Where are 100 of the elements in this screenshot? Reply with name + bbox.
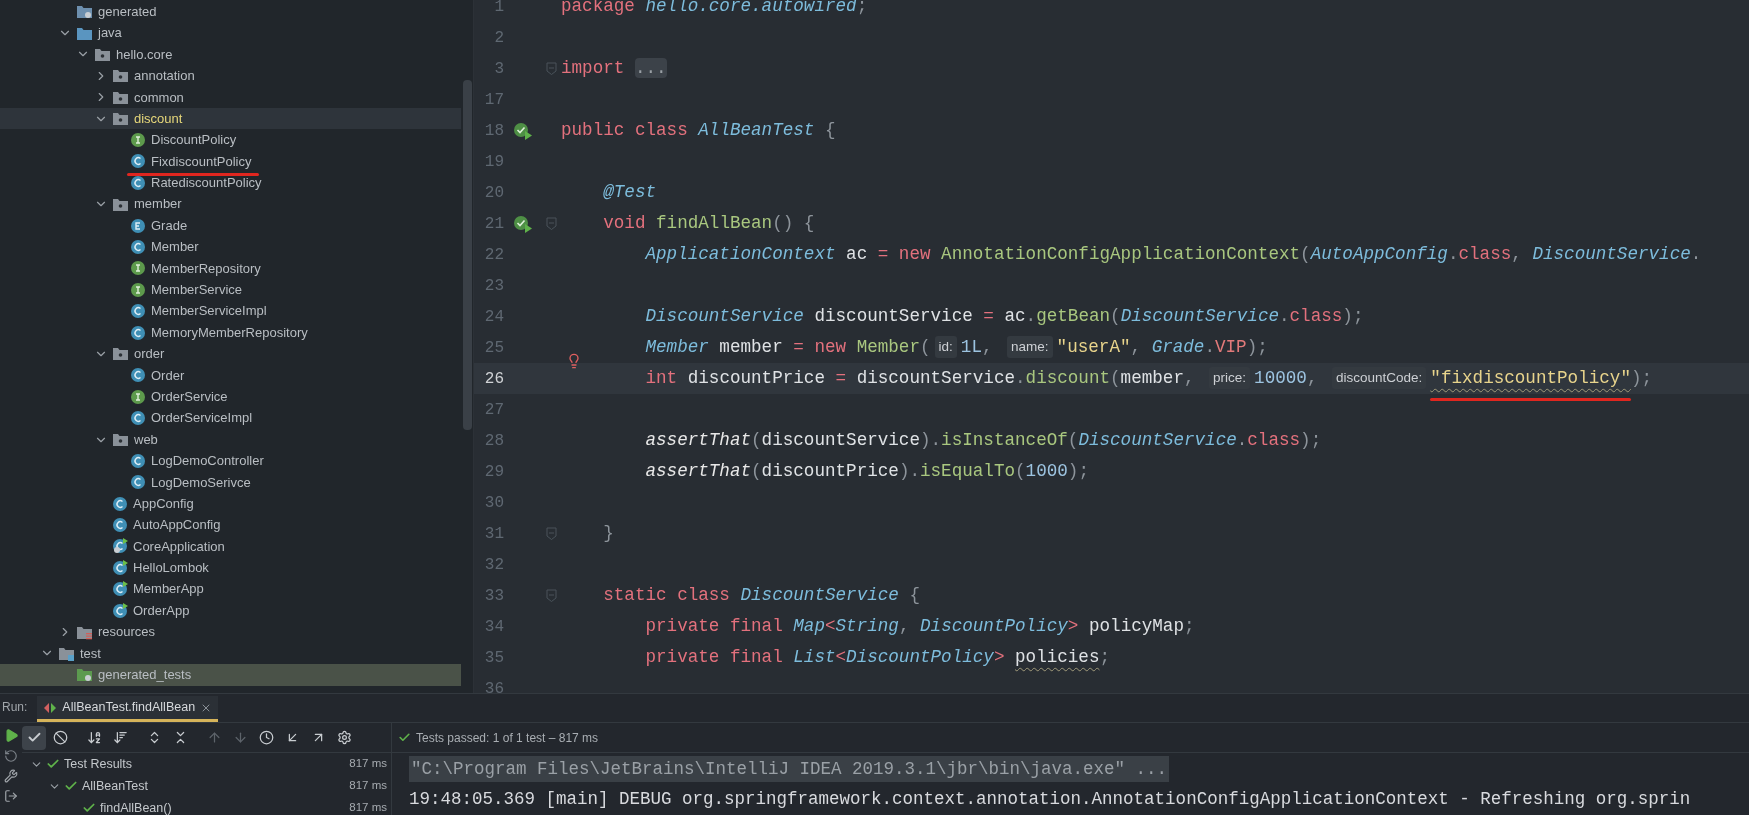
tree-item[interactable]: generated_tests: [0, 664, 461, 686]
line-number: 3: [493, 58, 504, 80]
sort-alpha-icon: [86, 730, 102, 745]
class-icon: [130, 452, 146, 469]
tree-item[interactable]: Order: [0, 364, 461, 387]
package-folder-icon: [112, 68, 129, 84]
sort-icon: [112, 730, 128, 745]
class-icon: [112, 495, 128, 512]
package-folder-icon: [94, 46, 111, 62]
code-text: @Test: [602, 181, 657, 205]
tree-item[interactable]: MemberRepository: [0, 257, 461, 280]
line-number: 2: [493, 27, 504, 49]
line-number: 20: [483, 182, 504, 204]
run-label: Run:: [1, 699, 29, 716]
code-text: int discountPrice = discountService.discount(member,: [644, 367, 1196, 391]
tree-item[interactable]: MemberServiceImpl: [0, 300, 461, 322]
interface-icon: [130, 388, 146, 405]
line-number: 26: [483, 368, 504, 390]
class-icon: [130, 324, 146, 341]
scrollbar-thumb[interactable]: [462, 80, 472, 430]
interface-icon: [130, 281, 146, 298]
tree-item[interactable]: hello.core: [0, 43, 461, 66]
code-text: }: [602, 522, 614, 546]
rerun-icon[interactable]: [4, 749, 18, 763]
test-folder-icon: [58, 645, 75, 661]
line-number: 24: [483, 306, 504, 328]
parameter-hint: discountCode:: [1332, 367, 1427, 390]
code-text: 1L,: [960, 336, 994, 360]
code-text: assertThat(discountPrice).isEqualTo(1000);: [644, 460, 1089, 484]
tree-item[interactable]: MemoryMemberRepository: [0, 321, 461, 344]
line-number: 33: [483, 585, 504, 607]
tree-item[interactable]: Member: [0, 236, 461, 258]
tree-item[interactable]: test: [0, 642, 461, 665]
class-icon: [130, 239, 146, 255]
check-icon: [398, 731, 411, 744]
tree-item[interactable]: OrderServiceImpl: [0, 407, 461, 429]
package-folder-icon: [112, 111, 129, 127]
tree-item[interactable]: CoreApplication: [0, 535, 461, 558]
duration-text: 817 ms: [349, 756, 387, 772]
tree-item[interactable]: MemberService: [0, 279, 461, 301]
test-result-item[interactable]: findAllBean() 817 ms: [22, 797, 391, 815]
code-text: void findAllBean() {: [602, 212, 815, 236]
tree-item[interactable]: annotation: [0, 65, 461, 87]
tree-item[interactable]: member: [0, 193, 461, 215]
tree-item[interactable]: MemberApp: [0, 578, 461, 600]
class-icon: [130, 474, 146, 491]
tree-item[interactable]: OrderService: [0, 386, 461, 408]
line-number: 19: [483, 151, 504, 173]
line-number: 34: [483, 616, 504, 638]
check-icon: [26, 730, 42, 745]
tree-item[interactable]: order: [0, 343, 461, 365]
show-passed-button[interactable]: [22, 725, 46, 750]
settings-icon: [336, 730, 352, 745]
tree-item[interactable]: web: [0, 428, 461, 451]
tree-item[interactable]: resources: [0, 621, 461, 643]
code-text: private final List<DiscountPolicy> policies;: [644, 646, 1111, 670]
tree-item[interactable]: Grade: [0, 214, 461, 237]
tree-item[interactable]: DiscountPolicy: [0, 129, 461, 151]
tree-item[interactable]: common: [0, 86, 461, 108]
tree-item[interactable]: FixdiscountPolicy: [0, 150, 461, 173]
play-icon[interactable]: [3, 728, 19, 743]
gear-folder-icon: [76, 667, 93, 683]
lightbulb-icon[interactable]: [566, 353, 582, 370]
test-result-item[interactable]: AllBeanTest 817 ms: [22, 775, 391, 797]
line-number: 29: [483, 461, 504, 483]
tree-item[interactable]: AppConfig: [0, 493, 461, 515]
exit-icon[interactable]: [4, 789, 18, 803]
code-text: static class DiscountService {: [602, 584, 920, 608]
class-icon: [130, 153, 146, 170]
line-number: 22: [483, 244, 504, 266]
tree-item[interactable]: LogDemoController: [0, 450, 461, 472]
line-number: 32: [483, 554, 504, 576]
tree-item[interactable]: OrderApp: [0, 599, 461, 622]
test-status-text: Tests passed: 1 of 1 test – 817 ms: [416, 729, 599, 747]
runnable-class-icon: [112, 538, 128, 555]
tree-item[interactable]: RatediscountPolicy: [0, 172, 461, 194]
code-text: public class AllBeanTest {: [561, 119, 836, 143]
line-number: 36: [483, 678, 504, 693]
package-folder-icon: [112, 89, 129, 105]
run-test-icon[interactable]: [513, 121, 533, 140]
tree-item[interactable]: LogDemoSerivce: [0, 471, 461, 493]
run-tab[interactable]: AllBeanTest.findAllBean: [37, 696, 219, 722]
code-text: assertThat(discountService).isInstanceOf(DiscountService.class);: [644, 429, 1322, 453]
code-text: ApplicationContext ac = new AnnotationConfigApplicationContext(AutoAppConfig.class, DiscountService.: [644, 243, 1702, 267]
line-number: 28: [483, 430, 504, 452]
tree-item[interactable]: java: [0, 22, 461, 44]
arrow-down-icon: [232, 730, 248, 745]
tree-item[interactable]: AutoAppConfig: [0, 514, 461, 536]
tree-item[interactable]: generated: [0, 1, 461, 23]
interface-icon: [130, 260, 146, 277]
runnable-class-icon: [112, 581, 128, 598]
line-number: 1: [493, 0, 504, 18]
parameter-hint: name:: [1007, 336, 1053, 359]
tree-item[interactable]: discount: [0, 107, 461, 130]
test-result-item[interactable]: Test Results 817 ms: [22, 753, 391, 775]
run-test-icon[interactable]: [513, 214, 533, 233]
tree-item[interactable]: HelloLombok: [0, 557, 461, 579]
wrench-icon[interactable]: [4, 769, 18, 783]
interface-icon: [130, 132, 146, 149]
line-number: 18: [483, 120, 504, 142]
